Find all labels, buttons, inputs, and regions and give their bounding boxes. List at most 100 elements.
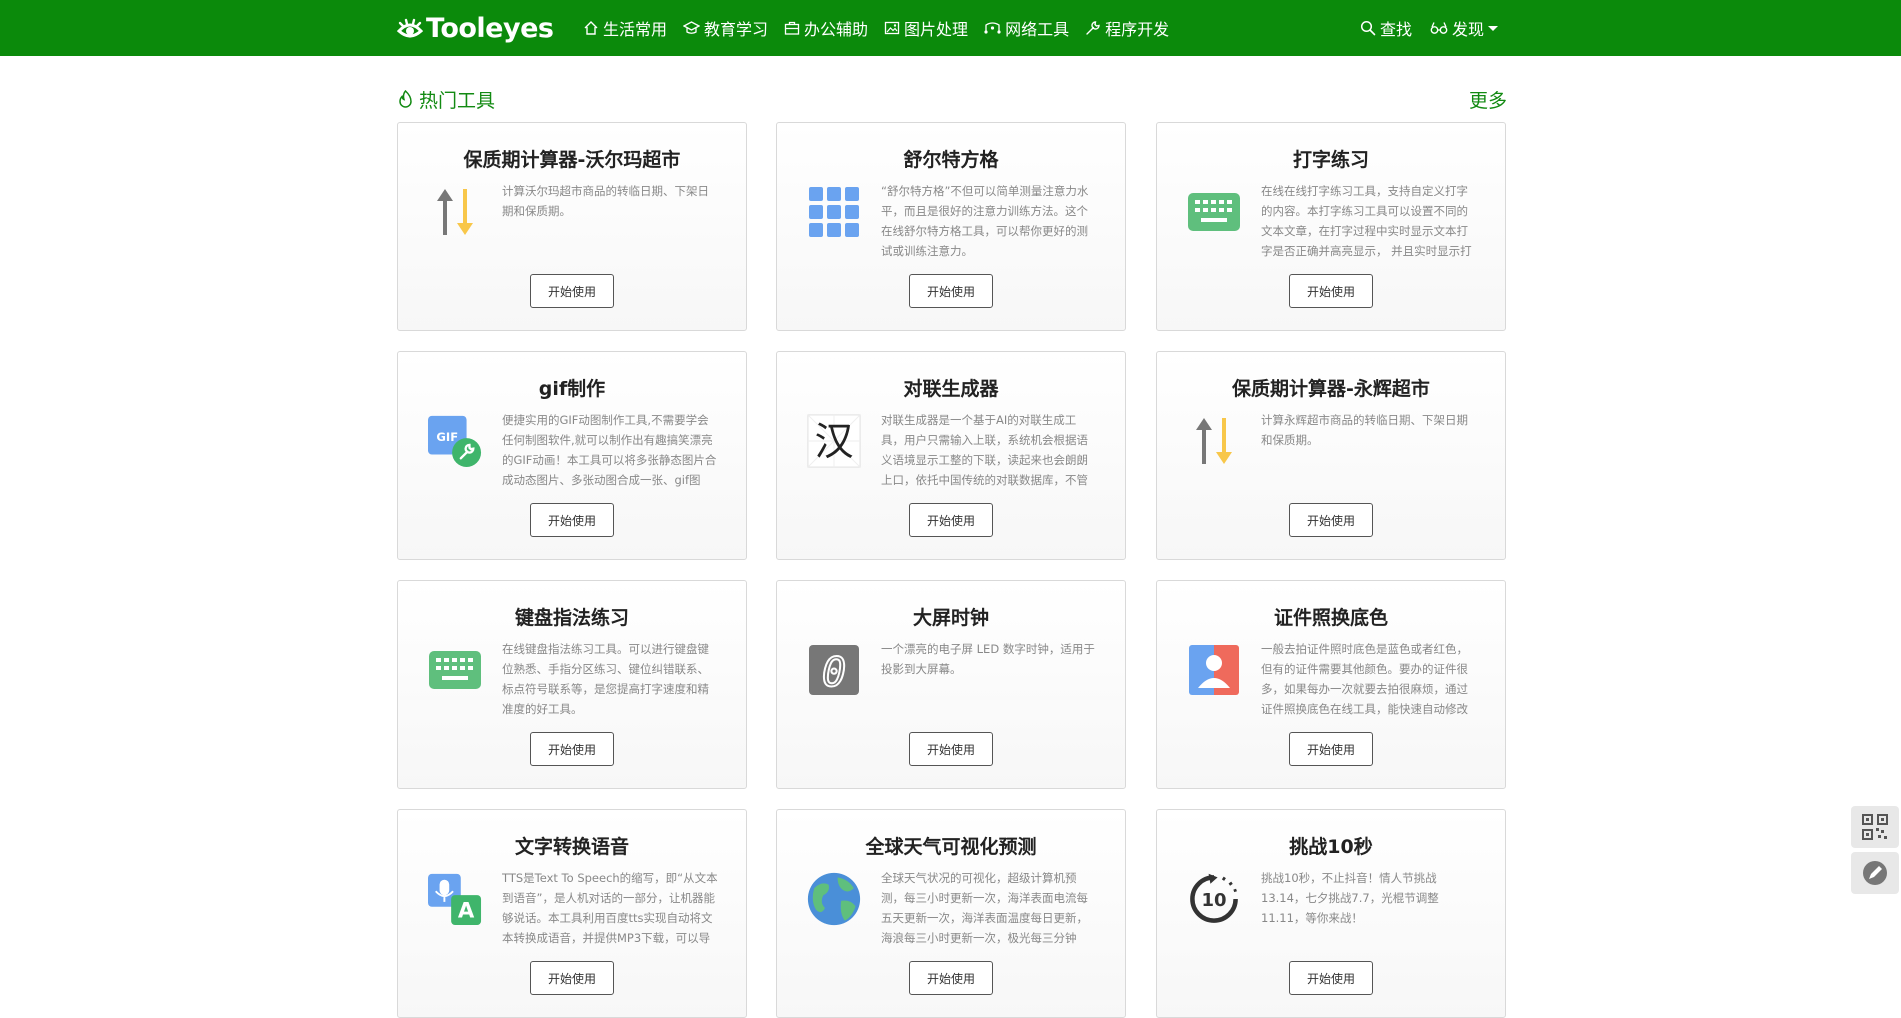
- led-digit-text: 0: [822, 650, 846, 696]
- tool-card-desc: 便捷实用的GIF动图制作工具,不需要学会任何制图软件,就可以制作出有趣搞笑漂亮的…: [502, 413, 717, 487]
- nav-item-label: 教育学习: [704, 20, 769, 39]
- text-to-speech-icon: A: [428, 872, 482, 926]
- tool-card-desc: 全球天气状况的可视化，超级计算机预测，每三小时更新一次，海洋表面电流每五天更新一…: [881, 871, 1088, 945]
- tool-card[interactable]: 键盘指法练习 在线键盘指法练习工具。可以进行键盘键位熟悉、手指分区练习、键位纠错…: [397, 580, 747, 789]
- start-button[interactable]: 开始使用: [1289, 503, 1373, 537]
- fire-icon: [399, 89, 412, 108]
- timer-digit: 10: [1201, 890, 1226, 911]
- nav-search[interactable]: 查找: [1360, 16, 1412, 40]
- tool-card[interactable]: 全球天气可视化预测 全球天气状况的可视化，超级计算机预测，每三小时更新一次，海洋…: [776, 809, 1126, 1018]
- nav-item-dev[interactable]: 程序开发: [1085, 16, 1169, 40]
- tool-card-title: 打字练习: [1292, 149, 1369, 171]
- section-title: 热门工具: [397, 86, 495, 113]
- nav-search-label: 查找: [1380, 20, 1413, 39]
- tool-card-desc: 一个漂亮的电子屏 LED 数字时钟，适用于投影到大屏幕。: [881, 642, 1095, 676]
- tool-card[interactable]: gif制作 GIF 便捷实用的GIF动图制作工具,不需要学会任何制图软件,就可以…: [397, 351, 747, 560]
- tool-card-title: 证件照换底色: [1273, 607, 1388, 629]
- nav-item-label: 网络工具: [1005, 20, 1070, 39]
- section-header: 热门工具 更多: [397, 86, 1507, 112]
- gif-tool-icon: GIF: [428, 414, 482, 468]
- keyboard-icon: [1187, 185, 1241, 239]
- wrench-icon: [1086, 21, 1100, 35]
- keyboard-icon: [428, 643, 482, 697]
- more-link[interactable]: 更多: [1469, 86, 1507, 113]
- id-photo-icon: [1187, 643, 1241, 697]
- han-character-icon: 汉: [807, 414, 861, 468]
- tts-letter: A: [458, 898, 475, 923]
- nav-item-education[interactable]: 教育学习: [683, 16, 768, 40]
- tool-card[interactable]: 对联生成器 汉 对联生成器是一个基于AI的对联生成工具，用户只需输入上联，系统机…: [776, 351, 1126, 560]
- tool-card-title: 全球天气可视化预测: [865, 836, 1037, 858]
- tool-card-desc: 对联生成器是一个基于AI的对联生成工具，用户只需输入上联，系统机会根据语义语境显…: [881, 413, 1088, 487]
- tool-card[interactable]: 保质期计算器-沃尔玛超市 计算沃尔玛超市商品的转临日期、下架日期和保质期。 开始…: [397, 122, 747, 331]
- start-button[interactable]: 开始使用: [909, 274, 993, 308]
- nav-item-label: 图片处理: [904, 20, 969, 39]
- tool-card-title: 文字转换语音: [514, 836, 629, 858]
- graduation-cap-icon: [683, 21, 701, 34]
- tool-card[interactable]: 挑战10秒 10 挑战10秒，不止抖音！情人节挑战13.14，七夕挑战7.7，光…: [1156, 809, 1506, 1018]
- tool-card-desc: “舒尔特方格”不但可以简单测量注意力水平，而且是很好的注意力训练方法。这个在线舒…: [881, 184, 1089, 258]
- network-icon: [984, 22, 1001, 34]
- start-button[interactable]: 开始使用: [909, 961, 993, 995]
- start-button[interactable]: 开始使用: [909, 732, 993, 766]
- sort-arrows-icon: [1187, 414, 1241, 468]
- start-button[interactable]: 开始使用: [1289, 961, 1373, 995]
- top-navbar: Tooleyes 生活常用 教育学习 办公辅助 图片处理 网络工具 程序开发 查…: [0, 0, 1901, 56]
- qr-code-button[interactable]: [1851, 806, 1899, 848]
- eye-logo-icon: [396, 18, 424, 38]
- tool-card-title: 保质期计算器-沃尔玛超市: [463, 149, 681, 171]
- brand-logo[interactable]: Tooleyes: [396, 10, 554, 46]
- tool-card-title: 对联生成器: [903, 378, 999, 400]
- svg-text:GIF: GIF: [436, 430, 458, 444]
- tool-card-desc: TTS是Text To Speech的缩写，即“从文本到语音”，是人机对话的一部…: [502, 871, 718, 945]
- globe-icon: [807, 872, 861, 926]
- tool-card-title: 键盘指法练习: [514, 607, 629, 629]
- nav-item-image[interactable]: 图片处理: [884, 16, 968, 40]
- grid-icon: [807, 185, 861, 239]
- glasses-icon: [1430, 22, 1448, 34]
- nav-item-label: 办公辅助: [804, 20, 869, 39]
- start-button[interactable]: 开始使用: [1289, 732, 1373, 766]
- tool-card[interactable]: 打字练习 在线在线打字练习工具，支持自定义打字的内容。本打字练习工具可以设置不同…: [1156, 122, 1506, 331]
- tool-card[interactable]: 大屏时钟 0 一个漂亮的电子屏 LED 数字时钟，适用于投影到大屏幕。 开始使用: [776, 580, 1126, 789]
- nav-discover-label: 发现: [1452, 20, 1485, 39]
- tool-card[interactable]: 文字转换语音 A TTS是Text To Speech的缩写，即“从文本到语音”…: [397, 809, 747, 1018]
- feedback-button[interactable]: [1851, 852, 1899, 894]
- tool-card-desc: 计算永辉超市商品的转临日期、下架日期和保质期。: [1261, 413, 1468, 447]
- led-digit-icon: 0: [807, 643, 861, 697]
- start-button[interactable]: 开始使用: [909, 503, 993, 537]
- tool-card-title: 大屏时钟: [912, 607, 989, 629]
- qr-code-icon: [1862, 814, 1888, 840]
- briefcase-icon: [784, 21, 800, 35]
- tool-card-title: 保质期计算器-永辉超市: [1232, 378, 1430, 400]
- nav-item-life[interactable]: 生活常用: [583, 16, 667, 40]
- edit-icon: [1863, 861, 1887, 885]
- nav-item-office[interactable]: 办公辅助: [784, 16, 868, 40]
- svg-text:汉: 汉: [814, 420, 853, 465]
- nav-discover-dropdown[interactable]: 发现: [1430, 16, 1499, 40]
- timer-10-icon: 10: [1187, 872, 1241, 926]
- search-icon: [1360, 20, 1376, 36]
- start-button[interactable]: 开始使用: [1289, 274, 1373, 308]
- tool-card-desc: 计算沃尔玛超市商品的转临日期、下架日期和保质期。: [502, 184, 709, 218]
- start-button[interactable]: 开始使用: [530, 503, 614, 537]
- start-button[interactable]: 开始使用: [530, 274, 614, 308]
- tool-card-title: 挑战10秒: [1289, 836, 1373, 858]
- tool-card[interactable]: 保质期计算器-永辉超市 计算永辉超市商品的转临日期、下架日期和保质期。 开始使用: [1156, 351, 1506, 560]
- section-title-text: 热门工具: [419, 89, 496, 112]
- tool-card-desc: 在线在线打字练习工具，支持自定义打字的内容。本打字练习工具可以设置不同的文本文章…: [1261, 184, 1472, 258]
- start-button[interactable]: 开始使用: [530, 961, 614, 995]
- tool-card-desc: 在线键盘指法练习工具。可以进行键盘键位熟悉、手指分区练习、键位纠错联系、标点符号…: [502, 642, 709, 716]
- tool-card-desc: 挑战10秒，不止抖音！情人节挑战13.14，七夕挑战7.7，光棍节调整11.11…: [1261, 871, 1439, 925]
- chevron-down-icon: [1488, 25, 1499, 31]
- nav-item-network[interactable]: 网络工具: [984, 16, 1069, 40]
- start-button[interactable]: 开始使用: [530, 732, 614, 766]
- tool-card-title: 舒尔特方格: [903, 149, 999, 171]
- tool-card[interactable]: 证件照换底色 一般去拍证件照时底色是蓝色或者红色，但有的证件需要其他颜色。要办的…: [1156, 580, 1506, 789]
- tool-card[interactable]: 舒尔特方格 “舒尔特方格”不但可以简单测量注意力水平，而且是很好的注意力训练方法…: [776, 122, 1126, 331]
- nav-item-label: 程序开发: [1105, 20, 1170, 39]
- tool-card-desc: 一般去拍证件照时底色是蓝色或者红色，但有的证件需要其他颜色。要办的证件很多，如果…: [1261, 642, 1468, 716]
- brand-name: Tooleyes: [426, 12, 554, 44]
- home-icon: [584, 21, 598, 35]
- tool-card-title: gif制作: [538, 378, 606, 400]
